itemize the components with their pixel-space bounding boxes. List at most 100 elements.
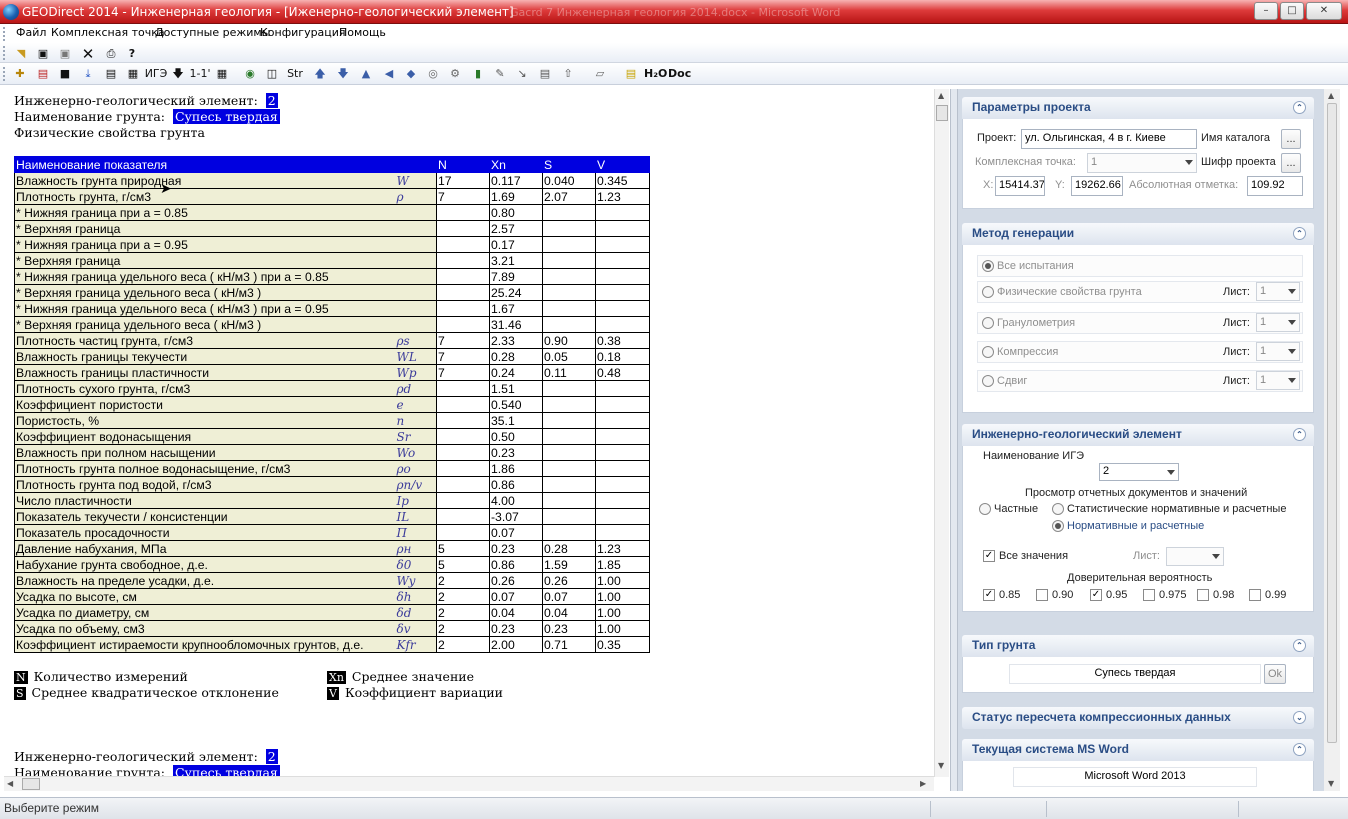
- method-option-compression[interactable]: Компрессия Лист: 1: [977, 341, 1303, 363]
- panel-scroll-up-icon[interactable]: ▲: [1328, 91, 1334, 100]
- soil-type-section-header[interactable]: Тип грунта ⌃: [962, 635, 1314, 657]
- pencil-icon[interactable]: ✎: [492, 66, 508, 82]
- confidence-checkbox[interactable]: [1036, 589, 1048, 601]
- drill-icon[interactable]: ✚: [12, 66, 28, 82]
- point-dropdown[interactable]: 1: [1087, 153, 1197, 173]
- open-folder-icon[interactable]: ◥: [13, 46, 29, 62]
- radio-all[interactable]: [982, 260, 994, 272]
- up-arrow-outline-icon[interactable]: ⇧: [560, 66, 576, 82]
- word-section-header[interactable]: Текущая система MS Word ⌃: [962, 739, 1314, 761]
- y-field[interactable]: 19262.66: [1071, 176, 1123, 196]
- x-field[interactable]: 15414.37: [995, 176, 1045, 196]
- radio-physical[interactable]: [982, 286, 994, 298]
- section-button[interactable]: 1-1': [188, 66, 212, 82]
- confidence-checkbox[interactable]: ✓: [983, 589, 995, 601]
- doc-button[interactable]: Doc: [668, 66, 691, 82]
- expand-chevron-icon[interactable]: ⌄: [1293, 711, 1306, 724]
- doc-horizontal-scrollbar[interactable]: ◀ ▶: [4, 776, 934, 791]
- menu-help[interactable]: Помощь: [339, 26, 386, 39]
- doc-vscroll-thumb[interactable]: [936, 105, 948, 121]
- project-field[interactable]: ул. Ольгинская, 4 в г. Киеве: [1021, 129, 1197, 149]
- radio-granulometry[interactable]: [982, 317, 994, 329]
- confidence-checkbox[interactable]: [1143, 589, 1155, 601]
- square-icon[interactable]: ■: [57, 66, 73, 82]
- panel-scrollbar[interactable]: ▲ ▼: [1324, 89, 1340, 791]
- radio-normative[interactable]: [1052, 520, 1064, 532]
- menu-file[interactable]: Файл: [16, 26, 46, 39]
- curve-icon[interactable]: ↘: [514, 66, 530, 82]
- panel-scroll-down-icon[interactable]: ▼: [1328, 779, 1334, 788]
- menu-modes[interactable]: Доступные режимы: [155, 26, 270, 39]
- scroll-right-icon[interactable]: ▶: [920, 779, 926, 788]
- radio-shear[interactable]: [982, 375, 994, 387]
- menu-configuration[interactable]: Конфигурация: [260, 26, 346, 39]
- save-icon[interactable]: ▣: [35, 46, 51, 62]
- layers-icon[interactable]: ▤: [35, 66, 51, 82]
- help-icon[interactable]: ?: [124, 46, 140, 62]
- catalog-browse-button[interactable]: ...: [1281, 129, 1301, 149]
- download-icon[interactable]: ⤓: [80, 66, 96, 82]
- eraser-icon[interactable]: ▱: [592, 66, 608, 82]
- abs-field[interactable]: 109.92: [1247, 176, 1303, 196]
- ige-sheet-dropdown[interactable]: [1166, 547, 1224, 566]
- scroll-up-icon[interactable]: ▲: [938, 91, 944, 100]
- arrow-down-2-icon[interactable]: 🡇: [335, 66, 351, 82]
- scroll-down-icon[interactable]: ▼: [938, 761, 944, 770]
- collapse-chevron-icon[interactable]: ⌃: [1293, 101, 1306, 114]
- method-option-physical[interactable]: Физические свойства грунта Лист: 1: [977, 281, 1303, 303]
- panel-scroll-thumb[interactable]: [1327, 103, 1337, 743]
- ring-icon[interactable]: ◎: [425, 66, 441, 82]
- radio-stat[interactable]: [1052, 503, 1064, 515]
- radio-private[interactable]: [979, 503, 991, 515]
- arrow-down-icon[interactable]: 🡇: [170, 66, 186, 82]
- maximize-button[interactable]: □: [1280, 2, 1304, 20]
- sheet-dropdown[interactable]: 1: [1256, 313, 1300, 332]
- triangle-left-icon[interactable]: ◀: [381, 66, 397, 82]
- close-button[interactable]: ✕: [1306, 2, 1342, 20]
- method-option-shear[interactable]: Сдвиг Лист: 1: [977, 370, 1303, 392]
- all-values-checkbox[interactable]: ✓: [983, 550, 995, 562]
- method-section-header[interactable]: Метод генерации ⌃: [962, 223, 1314, 245]
- samples-icon[interactable]: ▮: [470, 66, 486, 82]
- code-browse-button[interactable]: ...: [1281, 153, 1301, 173]
- diamond-icon[interactable]: ◆: [403, 66, 419, 82]
- confidence-checkbox[interactable]: [1197, 589, 1209, 601]
- ruler-icon[interactable]: ▤: [623, 66, 639, 82]
- ige-name-dropdown[interactable]: 2: [1099, 463, 1179, 481]
- print-icon[interactable]: ⎙: [103, 46, 119, 62]
- menu-complex-point[interactable]: Комплексная точка: [51, 26, 165, 39]
- str-button[interactable]: Str: [284, 66, 306, 82]
- scroll-left-icon[interactable]: ◀: [7, 779, 13, 788]
- method-option-granulometry[interactable]: Гранулометрия Лист: 1: [977, 312, 1303, 334]
- list-icon[interactable]: ▤: [103, 66, 119, 82]
- collapse-chevron-icon[interactable]: ⌃: [1293, 428, 1306, 441]
- doc-hscroll-thumb[interactable]: [22, 778, 40, 790]
- triangle-up-icon[interactable]: ▲: [358, 66, 374, 82]
- radio-compression[interactable]: [982, 346, 994, 358]
- pane-splitter[interactable]: [950, 89, 958, 791]
- collapse-chevron-icon[interactable]: ⌃: [1293, 639, 1306, 652]
- soil-type-ok-button[interactable]: Ok: [1264, 664, 1286, 684]
- save-as-icon[interactable]: ▣: [57, 46, 73, 62]
- split-icon[interactable]: ▤: [537, 66, 553, 82]
- arrow-up-icon[interactable]: 🡅: [312, 66, 328, 82]
- table-icon[interactable]: ▦: [125, 66, 141, 82]
- h2o-button[interactable]: H₂O: [644, 66, 667, 82]
- grid-icon[interactable]: ▦: [214, 66, 230, 82]
- ige-section-header[interactable]: Инженерно-геологический элемент ⌃: [962, 424, 1314, 446]
- confidence-checkbox[interactable]: [1249, 589, 1261, 601]
- sheet-dropdown[interactable]: 1: [1256, 282, 1300, 301]
- ige-button[interactable]: ИГЭ: [144, 66, 168, 82]
- minimize-button[interactable]: –: [1254, 2, 1278, 20]
- confidence-checkbox[interactable]: ✓: [1090, 589, 1102, 601]
- method-option-all[interactable]: Все испытания: [977, 255, 1303, 277]
- sheet-dropdown[interactable]: 1: [1256, 342, 1300, 361]
- sheet-dropdown[interactable]: 1: [1256, 371, 1300, 390]
- collapse-chevron-icon[interactable]: ⌃: [1293, 227, 1306, 240]
- soil-type-field[interactable]: Супесь твердая: [1009, 664, 1261, 684]
- globe-icon[interactable]: ◉: [242, 66, 258, 82]
- book-icon[interactable]: ◫: [264, 66, 280, 82]
- delete-icon[interactable]: ✕: [80, 46, 96, 62]
- project-section-header[interactable]: Параметры проекта ⌃: [962, 97, 1314, 119]
- gear-icon[interactable]: ⚙: [447, 66, 463, 82]
